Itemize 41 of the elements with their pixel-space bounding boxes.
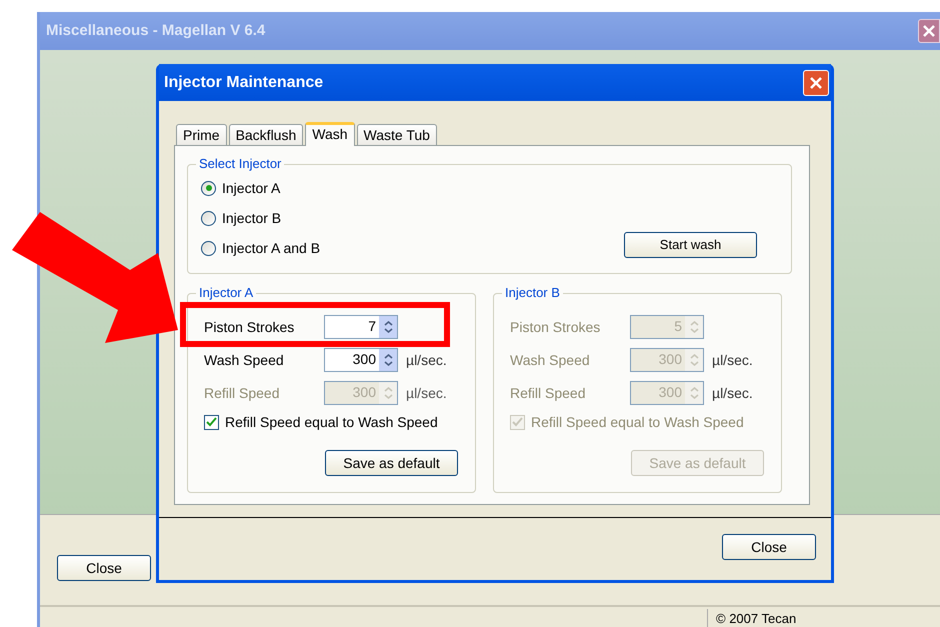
unit-label: µl/sec. [406,350,447,370]
field-value: 300 [658,383,683,402]
field-label: Wash Speed [510,350,591,370]
tab[interactable]: Backflush [228,124,304,145]
field-label: Refill Speed [204,384,280,403]
radio-button[interactable] [201,180,216,196]
checkbox-label: Refill Speed equal to Wash Speed [225,412,438,432]
checkbox[interactable] [204,414,219,430]
dialog-title: Injector Maintenance [164,72,324,92]
close-button[interactable]: Close [57,555,151,581]
field-value: 300 [352,383,377,402]
spinner-arrows-icon[interactable] [379,316,397,338]
field-value: 300 [658,350,683,369]
radio-label: Injector A and B [222,238,320,258]
save-as-default-button[interactable]: Save as default [325,450,458,476]
field-label: Piston Strokes [510,318,602,336]
radio-button[interactable] [201,210,216,226]
close-button[interactable]: Close [722,534,816,560]
unit-label: µl/sec. [406,384,447,403]
field-label: Wash Speed [204,350,285,370]
tab[interactable]: Waste Tub [356,124,437,145]
field-label: Piston Strokes [204,318,296,336]
checkbox-label: Refill Speed equal to Wash Speed [531,412,744,432]
start-wash-button[interactable]: Start wash [624,232,757,258]
field-value: 7 [367,317,377,336]
radio-button[interactable] [201,240,216,256]
spin-box[interactable]: 300 [324,348,398,372]
radio-label: Injector B [222,208,282,228]
field-label: Refill Speed [510,384,586,403]
unit-label: µl/sec. [712,350,753,370]
window-title: Miscellaneous - Magellan V 6.4 [46,20,266,41]
field-value: 5 [673,317,683,336]
radio-label: Injector A [222,178,280,198]
status-text: © 2007 Tecan [707,609,796,627]
tab[interactable]: Prime [176,124,227,145]
field-value: 300 [352,350,377,369]
spinner-arrows-icon[interactable] [379,349,397,371]
unit-label: µl/sec. [712,384,753,403]
close-icon[interactable] [918,19,940,43]
tab[interactable]: Wash [305,122,355,146]
spin-box[interactable]: 7 [324,315,398,339]
